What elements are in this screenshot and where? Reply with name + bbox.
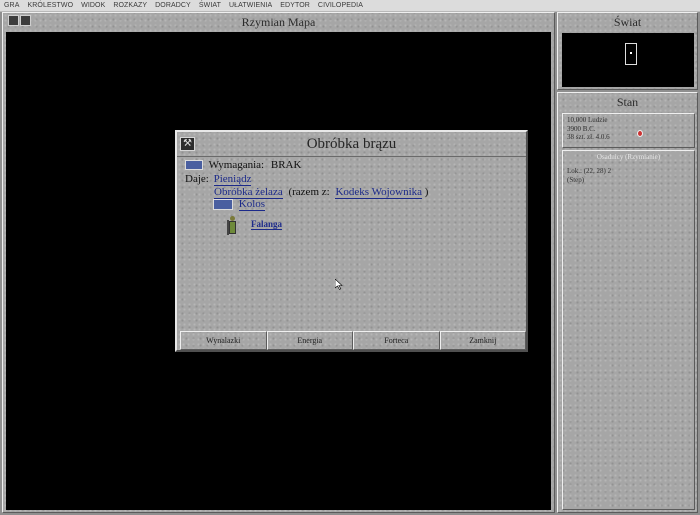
menu-item-civilopedia[interactable]: CIVILOPEDIA (314, 2, 367, 9)
fortress-button[interactable]: Forteca (353, 331, 440, 350)
unit-icon (227, 216, 238, 236)
menu-item-edytor[interactable]: EDYTOR (276, 2, 314, 9)
sun-icon (637, 130, 643, 137)
status-box: 10,000 Ludzie 3900 B.C. 38 szt. zł. 4.0.… (562, 113, 695, 148)
gives-label: Daje: (185, 173, 209, 185)
year-text: 3900 B.C. (567, 124, 596, 133)
energy-button[interactable]: Energia (266, 331, 353, 350)
dialog-title: Obróbka brązu (306, 135, 397, 152)
population-text: 10,000 Ludzie (567, 116, 608, 124)
unit-info-box: Osadnicy (Rzymianie) Lok.: (22, 28) 2 (S… (562, 150, 695, 510)
world-title: Świat (613, 14, 642, 29)
menu-item-doradcy[interactable]: DORADCY (151, 2, 195, 9)
unit-link[interactable]: Falanga (251, 219, 283, 230)
menu-item-swiat[interactable]: ŚWIAT (195, 2, 225, 9)
menu-item-krolestwo[interactable]: KRÓLESTWO (23, 2, 77, 9)
advance-dialog: ⚒ Obróbka brązu Wymagania: BRAK Daje: Pi… (175, 130, 528, 352)
combo-suffix: ) (424, 186, 429, 198)
unit-location: Lok.: (22, 28) 2 (567, 167, 612, 175)
menu-item-rozkazy[interactable]: ROZKAZY (109, 2, 151, 9)
unit-terrain: (Step) (567, 175, 585, 184)
dialog-buttons: Wynalazki Energia Forteca Zamknij (180, 331, 526, 350)
world-panel: Świat (557, 12, 698, 90)
status-panel: Stan 10,000 Ludzie 3900 B.C. 38 szt. zł.… (557, 92, 698, 513)
wonder-icon (213, 198, 233, 210)
dialog-titlebar: ⚒ Obróbka brązu (177, 132, 526, 157)
requires-label: Wymagania: (208, 159, 265, 171)
wonder-link[interactable]: Kolos (238, 198, 266, 211)
requires-value: BRAK (270, 159, 302, 171)
minimap-viewport[interactable] (625, 43, 637, 65)
requirement-icon (185, 160, 203, 171)
menu-item-widok[interactable]: WIDOK (77, 2, 109, 9)
close-button[interactable]: Zamknij (439, 331, 526, 350)
map-title: Rzymian Mapa (241, 14, 316, 29)
combo-with-link[interactable]: Kodeks Wojownika (335, 186, 423, 199)
advances-button[interactable]: Wynalazki (180, 331, 267, 350)
advance-icon[interactable]: ⚒ (180, 137, 195, 151)
menu-bar: GRA KRÓLESTWO WIDOK ROZKAZY DORADCY ŚWIA… (0, 0, 700, 12)
minimap[interactable] (562, 33, 694, 87)
dialog-body: Wymagania: BRAK Daje: Pieniądz Obróbka ż… (180, 158, 525, 328)
mouse-cursor-icon (335, 279, 343, 290)
treasury-text: 38 szt. zł. 4.0.6 (567, 133, 610, 141)
menu-item-ulatwienia[interactable]: UŁATWIENIA (225, 2, 276, 9)
menu-item-gra[interactable]: GRA (0, 2, 23, 9)
gives-item-link[interactable]: Pieniądz (213, 173, 252, 186)
combo-prefix: (razem z: (288, 186, 330, 198)
unit-header: Osadnicy (Rzymianie) (596, 153, 661, 161)
status-title: Stan (616, 94, 639, 109)
